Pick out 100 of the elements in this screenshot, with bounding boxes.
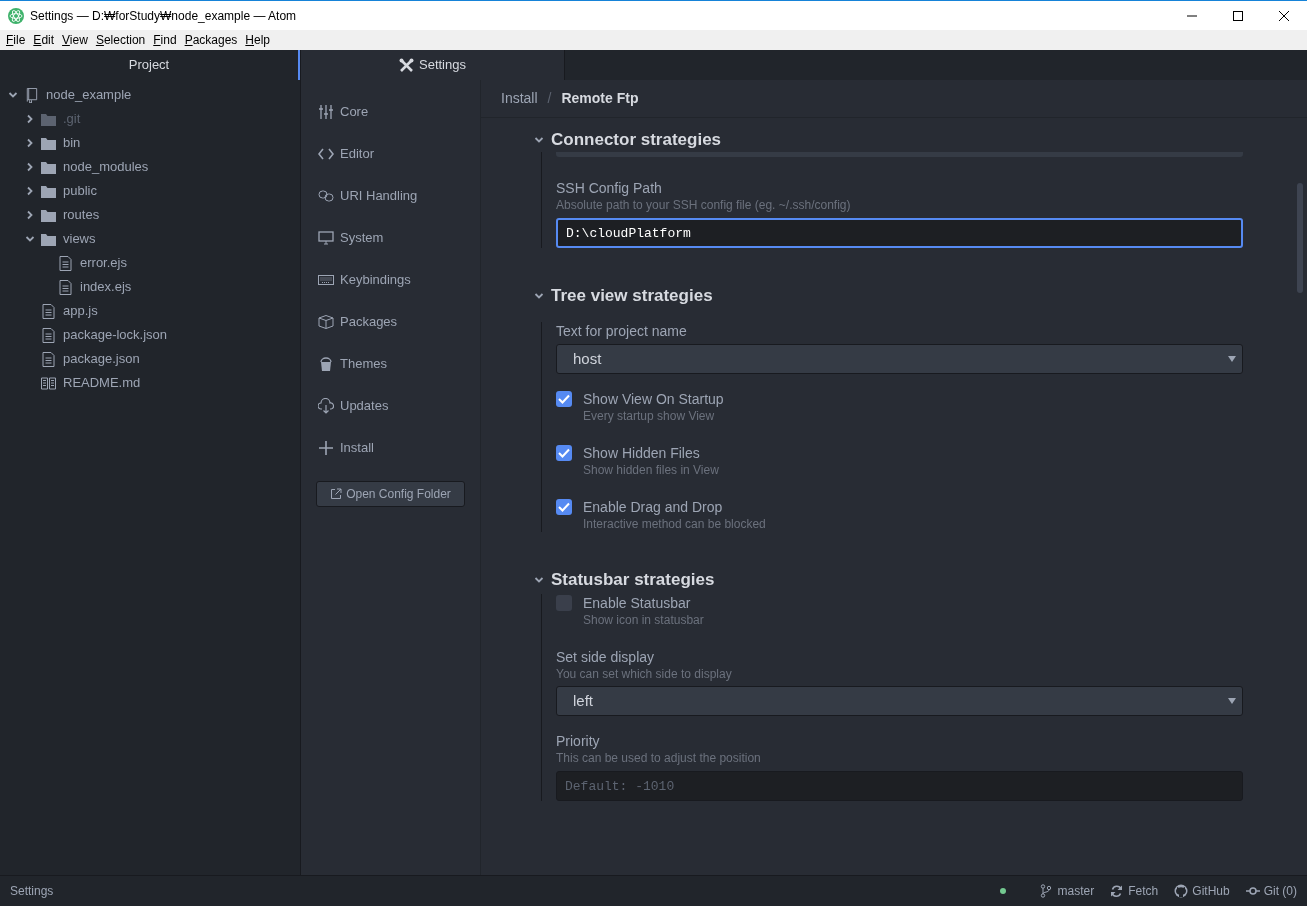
chevron-right-icon[interactable]	[25, 138, 35, 148]
chevron-right-icon[interactable]	[25, 210, 35, 220]
chevron-down-icon[interactable]	[534, 291, 544, 301]
file-icon	[41, 303, 56, 319]
sliders-icon	[318, 104, 334, 120]
status-bar-item[interactable]: Fetch	[1110, 882, 1159, 900]
text-input-field[interactable]: Default: -1010	[556, 771, 1243, 801]
bucket-icon	[318, 356, 334, 372]
github-icon	[1174, 884, 1189, 898]
branch-icon	[1039, 884, 1054, 898]
monitor-icon	[318, 230, 334, 246]
open-config-folder-button[interactable]: Open Config Folder	[316, 481, 465, 507]
keyboard-icon	[318, 272, 334, 288]
breadcrumb-link[interactable]: Install	[501, 88, 538, 109]
setting-description: Show hidden files in View	[583, 462, 719, 478]
section-heading: Tree view strategies	[551, 285, 713, 308]
setting-label: Set side display	[556, 648, 656, 666]
menu-item[interactable]: Help	[241, 30, 275, 50]
file-icon	[58, 279, 73, 295]
repo-icon	[24, 87, 39, 103]
setting-label: SSH Config Path	[556, 179, 663, 197]
tree-document-entry[interactable]: error.ejs	[80, 253, 127, 273]
tree-document-entry[interactable]: app.js	[63, 301, 98, 321]
chevron-right-icon[interactable]	[25, 186, 35, 196]
tree-folder-entry[interactable]: public	[63, 181, 97, 201]
atom-logo-icon	[8, 7, 24, 24]
link-icon	[318, 188, 334, 204]
tree-document-entry[interactable]: package-lock.json	[63, 325, 168, 345]
checkbox[interactable]	[556, 445, 572, 461]
tools-icon	[399, 57, 414, 73]
status-bar-item[interactable]: GitHub	[1174, 882, 1230, 900]
menu-item[interactable]: Find	[149, 30, 181, 50]
tree-folder-entry[interactable]: node_modules	[63, 157, 149, 177]
status-text: Settings	[10, 883, 54, 900]
settings-nav-item[interactable]: Packages	[301, 301, 480, 343]
chevron-right-icon[interactable]	[25, 162, 35, 172]
menu-item[interactable]: Packages	[180, 30, 242, 50]
folder-icon	[41, 159, 56, 175]
chevron-down-icon[interactable]	[8, 90, 18, 100]
dropdown-caret-icon	[1228, 356, 1236, 362]
section-heading: Connector strategies	[551, 129, 722, 152]
setting-label: Enable Drag and Drop	[583, 498, 724, 516]
tree-document-entry[interactable]: index.ejs	[80, 277, 132, 297]
chevron-right-icon[interactable]	[25, 114, 35, 124]
status-bar-item[interactable]: Git (0)	[1245, 882, 1297, 900]
tree-folder-entry[interactable]: views	[63, 229, 96, 249]
folder-icon	[41, 207, 56, 223]
checkbox[interactable]	[556, 391, 572, 407]
chevron-down-icon[interactable]	[25, 234, 35, 244]
settings-tab[interactable]: Settings	[301, 50, 565, 80]
setting-description: Show icon in statusbar	[583, 612, 704, 628]
settings-nav-item[interactable]: Install	[301, 427, 480, 469]
settings-nav-item[interactable]: Themes	[301, 343, 480, 385]
menu-item[interactable]: File	[2, 30, 30, 50]
settings-nav-item[interactable]: Updates	[301, 385, 480, 427]
dropdown-field[interactable]: left	[556, 686, 1243, 716]
book-icon	[41, 375, 56, 391]
chevron-down-icon[interactable]	[534, 575, 544, 585]
status-bar-item[interactable]: master	[1039, 882, 1095, 900]
folder-icon	[41, 111, 56, 127]
cloud-download-icon	[318, 398, 334, 414]
commit-icon	[1245, 884, 1260, 898]
setting-label: Text for project name	[556, 322, 688, 340]
scrollbar-thumb[interactable]	[1297, 183, 1303, 293]
dropdown-field[interactable]: host	[556, 344, 1243, 374]
setting-description: You can set which side to display	[556, 666, 733, 682]
file-icon	[58, 255, 73, 271]
setting-description: Every startup show View	[583, 408, 716, 424]
close-icon	[1279, 10, 1289, 21]
section-heading: Statusbar strategies	[551, 569, 715, 592]
dropdown-caret-icon	[1228, 698, 1236, 704]
tree-folder-entry[interactable]: routes	[63, 205, 100, 225]
status-dot-icon	[999, 888, 1006, 894]
settings-nav-item[interactable]: Editor	[301, 133, 480, 175]
folder-icon	[41, 183, 56, 199]
settings-nav-item[interactable]: System	[301, 217, 480, 259]
chevron-down-icon[interactable]	[534, 135, 544, 145]
setting-description: This can be used to adjust the position	[556, 750, 762, 766]
project-root-entry[interactable]: node_example	[46, 85, 132, 105]
menu-item[interactable]: Selection	[91, 30, 150, 50]
maximize-icon	[1233, 10, 1243, 21]
tree-folder-entry[interactable]: bin	[63, 133, 81, 153]
settings-nav-item[interactable]: URI Handling	[301, 175, 480, 217]
code-icon	[318, 146, 334, 162]
checkbox[interactable]	[556, 499, 572, 515]
breadcrumb-link[interactable]: Remote Ftp	[561, 88, 639, 109]
window-title: Settings — D:₩forStudy₩node_example — Atom	[30, 7, 297, 25]
breadcrumb-separator: /	[547, 89, 552, 108]
menu-item[interactable]: View	[58, 30, 92, 50]
tree-document-entry[interactable]: README.md	[63, 373, 141, 393]
settings-nav-item[interactable]: Core	[301, 91, 480, 133]
text-input-field[interactable]: D:\cloudPlatform	[556, 218, 1243, 248]
setting-label: Show Hidden Files	[583, 444, 701, 462]
folder-icon	[41, 135, 56, 151]
setting-label: Priority	[556, 732, 601, 750]
menu-item[interactable]: Edit	[29, 30, 59, 50]
tree-document-entry[interactable]: package.json	[63, 349, 140, 369]
setting-label: Show View On Startup	[583, 390, 724, 408]
plus-icon	[318, 440, 334, 456]
settings-nav-item[interactable]: Keybindings	[301, 259, 480, 301]
